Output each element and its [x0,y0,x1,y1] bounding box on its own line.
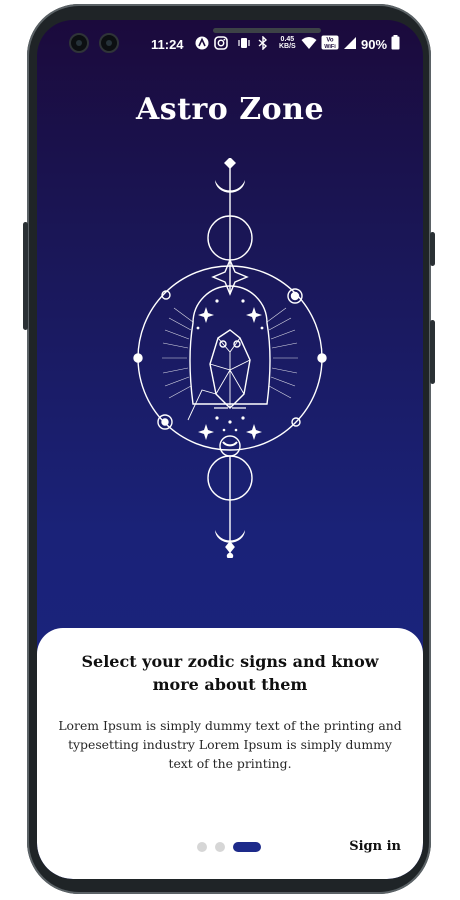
volte-wifi-icon: Vo WiFi [321,35,339,53]
status-time: 11:24 [151,37,184,52]
svg-text:WiFi: WiFi [324,44,336,50]
page-dot[interactable] [215,842,225,852]
instagram-icon [214,36,228,53]
app-title: Astro Zone [135,92,325,127]
page-dot[interactable] [197,842,207,852]
battery-percent: 90% [361,37,388,52]
side-button [430,320,435,384]
sign-in-button[interactable]: Sign in [349,839,401,854]
cellular-signal-icon [343,36,357,53]
battery-icon [391,35,400,53]
earpiece [213,28,321,33]
onboarding-heading: Select your zodic signs and know more ab… [81,652,379,694]
volume-button [23,222,28,330]
app-screen: 11:24 0.45 KB/S Vo WiFi 90% Astro Zone S… [37,20,423,879]
network-speed: 0.45 KB/S [279,36,296,50]
power-button [430,232,435,266]
app-notification-icon [195,36,209,53]
owl-zodiac-illustration [133,158,327,558]
onboarding-card: Select your zodic signs and know more ab… [37,628,423,879]
bluetooth-icon [258,35,268,53]
svg-text:Vo: Vo [326,38,334,44]
wifi-signal-icon [301,36,317,53]
page-dot-active[interactable] [233,842,261,852]
status-bar: 11:24 0.45 KB/S Vo WiFi 90% [37,34,423,58]
vibrate-icon [237,36,251,53]
onboarding-body: Lorem Ipsum is simply dummy text of the … [58,718,402,771]
